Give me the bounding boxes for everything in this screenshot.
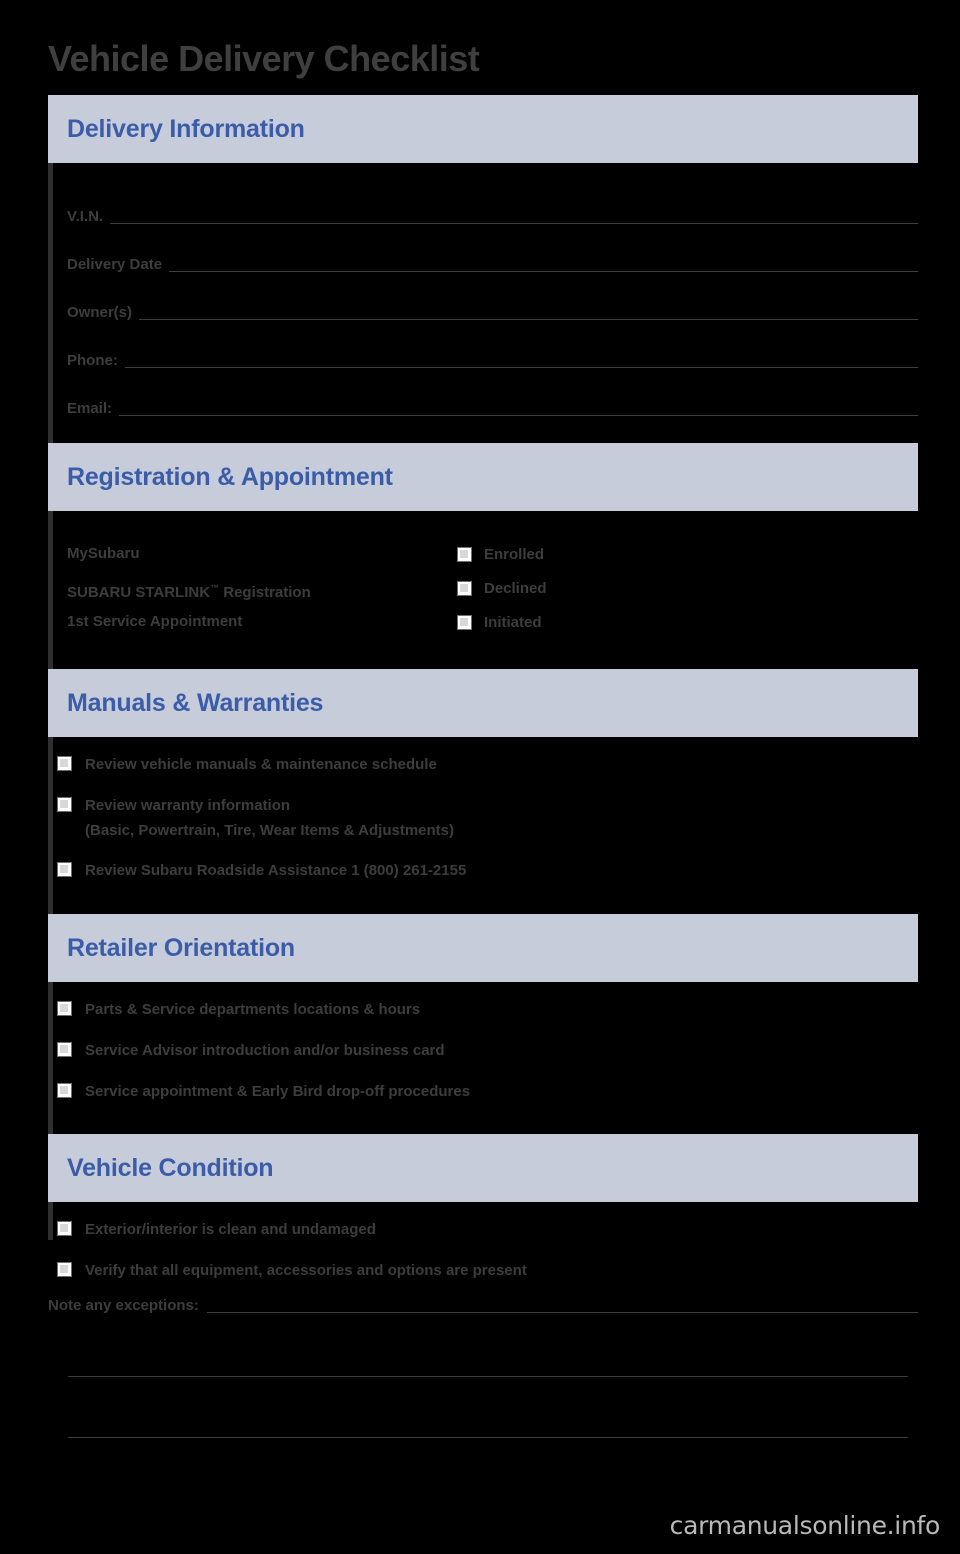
section-header-delivery-information: Delivery Information [48, 95, 918, 163]
section-heading: Vehicle Condition [67, 1153, 274, 1182]
vin-input-line[interactable] [110, 223, 918, 224]
section-body-delivery-information: V.I.N. Delivery Date Owner(s) Phone: Ema… [48, 163, 918, 443]
checklist-item-label: Service appointment & Early Bird drop-of… [85, 1082, 471, 1100]
section-heading: Retailer Orientation [67, 933, 295, 962]
notes-label: Note any exceptions: [48, 1297, 199, 1314]
checkbox-icon[interactable] [57, 796, 72, 812]
section-heading: Delivery Information [67, 114, 305, 143]
checkbox-row-initiated[interactable]: Initiated [457, 605, 757, 639]
checklist-item[interactable]: Service Advisor introduction and/or busi… [57, 1039, 918, 1064]
field-row-email: Email: [67, 371, 918, 419]
section-header-manuals-warranties: Manuals & Warranties [48, 669, 918, 737]
registration-item-label: 1st Service Appointment [67, 613, 243, 630]
page-title: Vehicle Delivery Checklist [48, 38, 480, 79]
watermark: carmanualsonline.info [669, 1511, 941, 1540]
email-input-line[interactable] [119, 415, 918, 416]
checkbox-label: Initiated [484, 613, 542, 631]
field-row-phone: Phone: [67, 323, 918, 371]
checklist-item[interactable]: Exterior/interior is clean and undamaged [57, 1218, 918, 1243]
checklist-item[interactable]: Review Subaru Roadside Assistance 1 (800… [57, 859, 918, 884]
notes-area: Note any exceptions: [48, 1290, 918, 1438]
registration-grid: MySubaru SUBARU STARLINK™ Registration 1… [67, 511, 918, 669]
notes-input-line-1[interactable] [206, 1312, 918, 1313]
section-header-vehicle-condition: Vehicle Condition [48, 1134, 918, 1203]
page: Vehicle Delivery Checklist Delivery Info… [0, 0, 960, 1554]
registration-item-mysubaru: MySubaru [67, 537, 457, 571]
registration-item-starlink: SUBARU STARLINK™ Registration [67, 571, 457, 605]
checklist-item-label: Review Subaru Roadside Assistance 1 (800… [85, 862, 467, 880]
checklist-item-label: Review vehicle manuals & maintenance sch… [85, 756, 437, 773]
checklist-item-label: Exterior/interior is clean and undamaged [85, 1221, 376, 1239]
field-label: Email: [67, 400, 113, 417]
registration-options: Enrolled Declined Initiated [457, 537, 757, 639]
field-label: Delivery Date [67, 256, 163, 273]
notes-input-line-2[interactable] [68, 1376, 908, 1377]
section-body-retailer-orientation: Parts & Service departments locations & … [48, 982, 918, 1134]
checklist-item-label: Parts & Service departments locations & … [85, 1001, 421, 1018]
checkbox-icon[interactable] [57, 1262, 72, 1277]
watermark-text: carmanualsonline.info [669, 1511, 941, 1540]
section-header-registration-appointment: Registration & Appointment [48, 443, 918, 511]
checkbox-icon[interactable] [57, 1082, 72, 1098]
checkbox-icon[interactable] [57, 1001, 72, 1016]
checklist-item[interactable]: Verify that all equipment, accessories a… [57, 1259, 918, 1284]
delivery-date-input-line[interactable] [169, 271, 918, 272]
checklist-item-label: Review warranty information (Basic, Powe… [85, 796, 454, 839]
owners-input-line[interactable] [139, 319, 918, 320]
registration-item-label-suffix: Registration [219, 584, 311, 601]
checkbox-icon[interactable] [57, 1041, 72, 1057]
checklist-item-label: Service Advisor introduction and/or busi… [85, 1041, 445, 1059]
section-header-retailer-orientation: Retailer Orientation [48, 914, 918, 982]
checkbox-icon[interactable] [57, 862, 72, 878]
checklist-item[interactable]: Service appointment & Early Bird drop-of… [57, 1080, 918, 1105]
notes-input-line-3[interactable] [68, 1437, 908, 1438]
registration-item-first-service-appointment: 1st Service Appointment [67, 605, 457, 639]
checkbox-label: Enrolled [484, 545, 545, 563]
checklist-item-label: Verify that all equipment, accessories a… [85, 1262, 527, 1279]
section-heading: Registration & Appointment [67, 462, 393, 491]
checkbox-icon[interactable] [57, 756, 72, 771]
field-row-delivery-date: Delivery Date [67, 227, 918, 275]
note-exceptions-row: Note any exceptions: [48, 1290, 918, 1316]
section-body-manuals-warranties: Review vehicle manuals & maintenance sch… [48, 737, 918, 914]
field-row-owners: Owner(s) [67, 275, 918, 323]
section-heading: Manuals & Warranties [67, 688, 324, 717]
section-body-registration-appointment: MySubaru SUBARU STARLINK™ Registration 1… [48, 511, 918, 669]
trademark-symbol: ™ [210, 583, 220, 593]
checkbox-row-declined[interactable]: Declined [457, 571, 757, 605]
registration-labels: MySubaru SUBARU STARLINK™ Registration 1… [67, 537, 457, 639]
checkbox-icon[interactable] [457, 614, 472, 630]
checkbox-icon[interactable] [457, 546, 472, 562]
checkbox-label: Declined [484, 579, 547, 597]
checklist-item[interactable]: Review warranty information (Basic, Powe… [57, 794, 918, 844]
registration-item-label: MySubaru [67, 545, 140, 562]
checkbox-icon[interactable] [457, 580, 472, 596]
checklist-sheet: Delivery Information V.I.N. Delivery Dat… [48, 95, 918, 1314]
checkbox-icon[interactable] [57, 1221, 72, 1237]
checklist-item[interactable]: Parts & Service departments locations & … [57, 998, 918, 1023]
field-label: Owner(s) [67, 304, 133, 321]
phone-input-line[interactable] [124, 367, 918, 368]
field-label: V.I.N. [67, 208, 104, 225]
registration-item-label: SUBARU STARLINK [67, 584, 211, 601]
field-label: Phone: [67, 352, 118, 369]
checkbox-row-enrolled[interactable]: Enrolled [457, 537, 757, 571]
field-row-vin: V.I.N. [67, 179, 918, 227]
checklist-item[interactable]: Review vehicle manuals & maintenance sch… [57, 753, 918, 778]
